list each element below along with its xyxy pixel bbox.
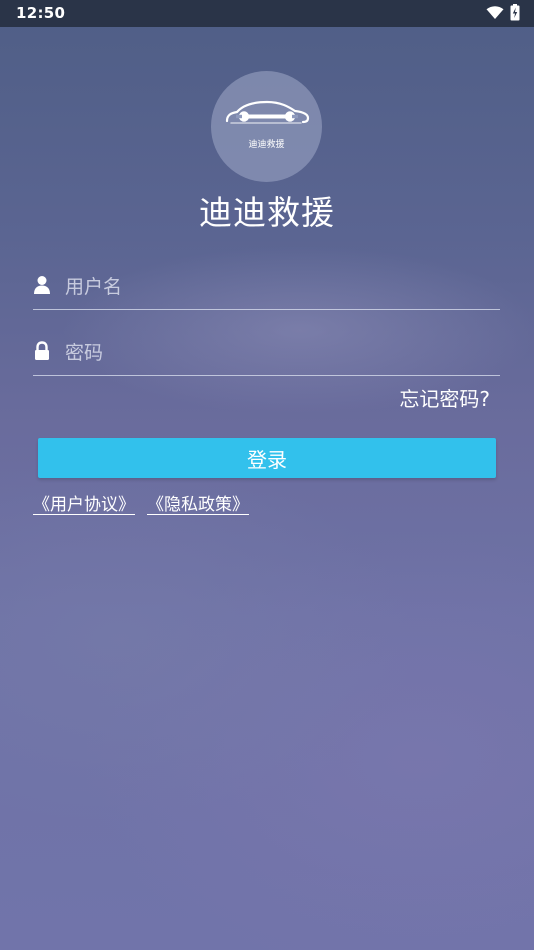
agreement-links: 《用户协议》 《隐私政策》 xyxy=(33,490,249,515)
password-field[interactable] xyxy=(33,331,500,376)
status-icons xyxy=(486,3,520,25)
status-bar: 12:50 xyxy=(0,0,534,27)
app-logo: 迪迪救援 xyxy=(211,71,322,182)
login-screen: 12:50 迪迪救援 迪迪救援 用户名 忘记密码? 登录 《用户协议》 《隐私政… xyxy=(0,0,534,950)
car-wrench-icon xyxy=(223,99,311,139)
lock-icon xyxy=(33,341,51,361)
privacy-policy-link[interactable]: 《隐私政策》 xyxy=(147,490,249,515)
username-field[interactable] xyxy=(33,265,500,310)
password-input[interactable] xyxy=(63,337,497,369)
login-button[interactable]: 登录 xyxy=(38,438,496,478)
wifi-icon xyxy=(486,5,504,24)
app-title: 迪迪救援 xyxy=(199,193,335,232)
username-input[interactable] xyxy=(63,271,497,303)
person-icon xyxy=(33,275,51,295)
forgot-password-link[interactable]: 忘记密码? xyxy=(399,383,490,412)
battery-charging-icon xyxy=(510,3,520,25)
user-agreement-link[interactable]: 《用户协议》 xyxy=(33,490,135,515)
status-time: 12:50 xyxy=(16,4,66,22)
logo-caption: 迪迪救援 xyxy=(248,140,285,150)
